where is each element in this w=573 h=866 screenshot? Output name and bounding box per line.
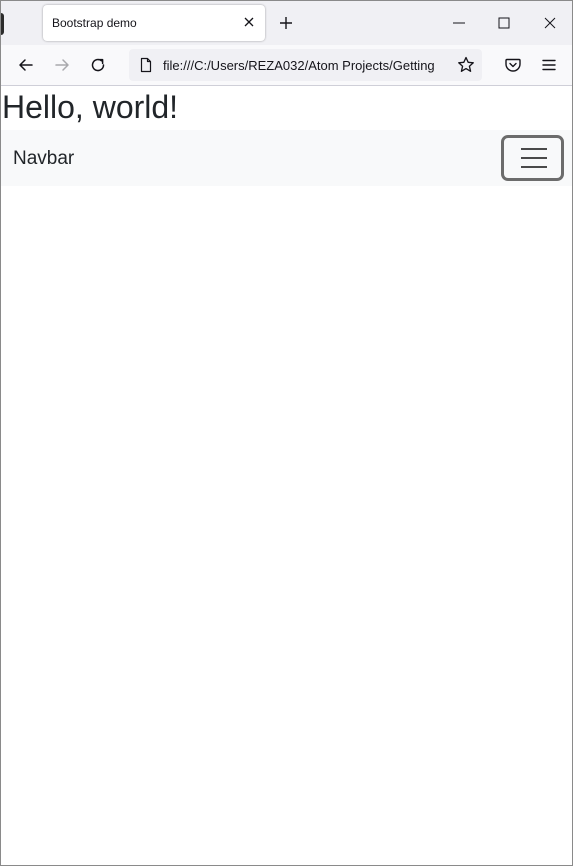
navbar-toggler-button[interactable] xyxy=(501,135,564,181)
hamburger-menu-icon[interactable] xyxy=(539,55,559,75)
maximize-icon[interactable] xyxy=(496,15,512,31)
reload-icon[interactable] xyxy=(88,55,108,75)
pocket-icon[interactable] xyxy=(503,55,523,75)
tab-strip: Bootstrap demo xyxy=(1,1,572,45)
hamburger-menu-icon xyxy=(521,157,547,159)
url-text[interactable]: file:///C:/Users/REZA032/Atom Projects/G… xyxy=(163,58,449,73)
window-edge-mark xyxy=(1,13,4,35)
arrow-left-icon[interactable] xyxy=(16,55,36,75)
tab-bootstrap-demo[interactable]: Bootstrap demo xyxy=(43,5,265,41)
arrow-right-icon[interactable] xyxy=(52,55,72,75)
close-icon[interactable] xyxy=(542,15,558,31)
navbar: Navbar xyxy=(1,130,572,186)
file-icon xyxy=(140,57,152,73)
navbar-brand-link[interactable]: Navbar xyxy=(13,148,74,170)
hamburger-menu-icon xyxy=(521,166,547,168)
plus-icon[interactable] xyxy=(277,14,295,32)
page-heading: Hello, world! xyxy=(2,89,179,125)
navigation-toolbar: file:///C:/Users/REZA032/Atom Projects/G… xyxy=(1,45,572,86)
star-icon[interactable] xyxy=(456,55,476,75)
hamburger-menu-icon xyxy=(521,148,547,150)
tab-title: Bootstrap demo xyxy=(52,16,137,30)
close-icon[interactable] xyxy=(241,14,257,30)
minimize-icon[interactable] xyxy=(451,15,467,31)
page-content: Hello, world! Navbar xyxy=(1,86,572,865)
browser-window: Bootstrap demo file:///C:/Users/REZA032/… xyxy=(0,0,573,866)
url-bar[interactable]: file:///C:/Users/REZA032/Atom Projects/G… xyxy=(129,49,482,81)
